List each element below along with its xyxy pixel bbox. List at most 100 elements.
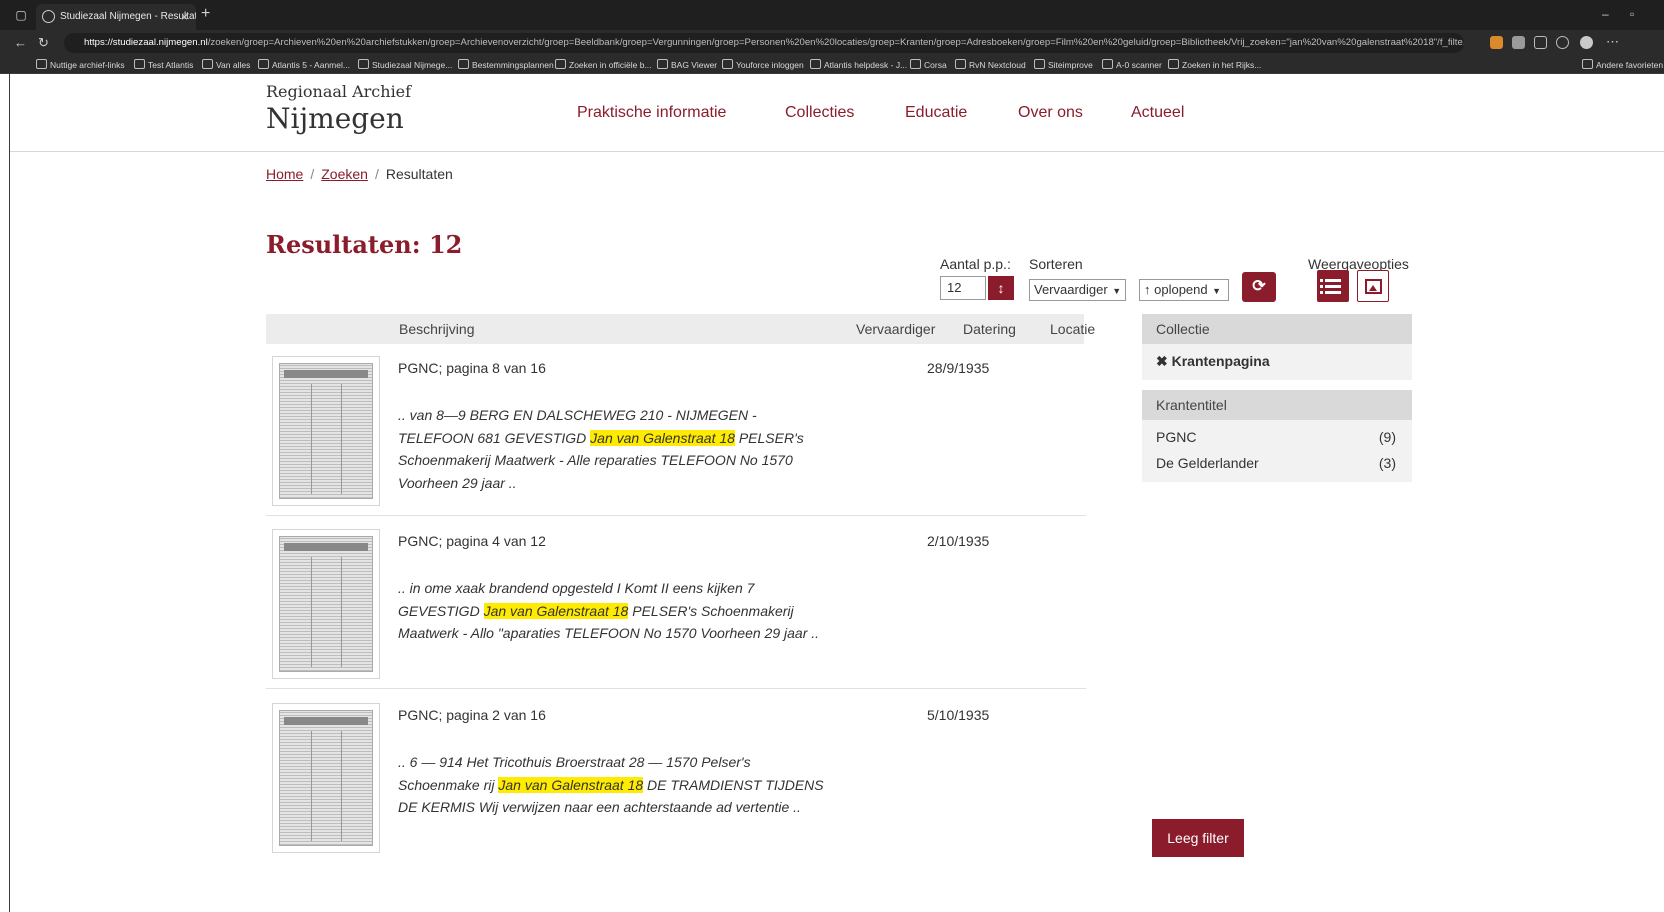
- result-snippet: .. van 8—9 BERG EN DALSCHEWEG 210 - NIJM…: [398, 404, 828, 494]
- facet-krantentitel-body: PGNC (9) De Gelderlander (3): [1142, 420, 1412, 482]
- site-header: Regionaal Archief Nijmegen Praktische in…: [10, 74, 1664, 152]
- tab-title: Studiezaal Nijmegen - Resultaten: [60, 11, 196, 22]
- new-tab-icon[interactable]: +: [201, 5, 210, 23]
- extension-icon[interactable]: [1490, 36, 1503, 49]
- facet-option-count: (3): [1378, 455, 1396, 471]
- bookmark[interactable]: Atlantis helpdesk - J...: [810, 58, 907, 72]
- url-path: /zoeken/groep=Archieven%20en%20archiefst…: [207, 37, 1464, 48]
- globe-icon: [42, 10, 55, 23]
- sort-select[interactable]: Vervaardiger ▼: [1029, 279, 1126, 301]
- bookmark[interactable]: RvN Nextcloud: [955, 58, 1026, 72]
- bookmark[interactable]: Zoeken in officiële b...: [555, 58, 652, 72]
- result-date: 2/10/1935: [927, 533, 990, 549]
- facet-krantentitel-heading: Krantentitel: [1142, 390, 1412, 420]
- bookmark[interactable]: Studiezaal Nijmege...: [358, 58, 452, 72]
- facet-option-de-gelderlander[interactable]: De Gelderlander (3): [1156, 450, 1398, 476]
- close-tab-icon[interactable]: ×: [181, 4, 188, 30]
- favorites-icon[interactable]: [1556, 36, 1569, 49]
- nav-educatie[interactable]: Educatie: [905, 104, 967, 122]
- result-title[interactable]: PGNC; pagina 2 van 16: [398, 707, 546, 723]
- newspaper-page-image: [279, 363, 373, 499]
- nav-collecties[interactable]: Collecties: [785, 104, 854, 122]
- breadcrumb: Home / Zoeken / Resultaten: [266, 166, 453, 182]
- url-field[interactable]: https://studiezaal.nijmegen.nl/zoeken/gr…: [64, 33, 1464, 53]
- bookmark[interactable]: Nuttige archief-links: [36, 58, 125, 72]
- tab-actions-icon[interactable]: ▢: [14, 8, 28, 22]
- breadcrumb-separator: /: [310, 166, 315, 182]
- nav-actueel[interactable]: Actueel: [1131, 104, 1184, 122]
- bookmarks-bar: Nuttige archief-links Test Atlantis Van …: [0, 56, 1664, 74]
- result-title[interactable]: PGNC; pagina 4 van 12: [398, 533, 546, 549]
- breadcrumb-current: Resultaten: [385, 166, 453, 182]
- newspaper-page-image: [279, 536, 373, 672]
- result-snippet: .. in ome xaak brandend opgesteld I Komt…: [398, 577, 828, 645]
- bookmark[interactable]: A-0 scanner: [1102, 58, 1162, 72]
- breadcrumb-separator: /: [374, 166, 379, 182]
- column-locatie[interactable]: Locatie: [1050, 321, 1095, 337]
- logo-subtitle[interactable]: Regionaal Archief: [266, 82, 411, 101]
- image-view-button[interactable]: [1357, 270, 1389, 302]
- list-icon-line: [1320, 291, 1341, 294]
- back-icon[interactable]: ←: [14, 35, 27, 50]
- bookmark[interactable]: BAG Viewer: [657, 58, 717, 72]
- column-beschrijving[interactable]: Beschrijving: [399, 321, 474, 337]
- sort-label: Sorteren: [1029, 256, 1083, 272]
- clear-filter-button[interactable]: Leeg filter: [1152, 819, 1244, 857]
- result-row[interactable]: PGNC; pagina 8 van 16 28/9/1935 .. van 8…: [266, 346, 1086, 516]
- column-datering[interactable]: Datering: [963, 321, 1016, 337]
- per-page-label: Aantal p.p.:: [940, 256, 1011, 272]
- extension-icon[interactable]: [1534, 36, 1547, 49]
- facet-option-label: De Gelderlander: [1156, 455, 1259, 471]
- profile-avatar[interactable]: [1580, 36, 1593, 49]
- order-select-value: ↑ oplopend: [1144, 282, 1208, 297]
- per-page-input[interactable]: 12: [940, 276, 986, 300]
- nav-over-ons[interactable]: Over ons: [1018, 104, 1083, 122]
- refresh-button[interactable]: ⟳: [1242, 272, 1276, 302]
- breadcrumb-zoeken[interactable]: Zoeken: [321, 166, 368, 182]
- refresh-icon[interactable]: ↻: [38, 35, 49, 51]
- bookmark[interactable]: Youforce inloggen: [722, 58, 804, 72]
- result-thumbnail[interactable]: [272, 529, 380, 679]
- facet-collectie-body: ✖ Krantenpagina: [1142, 344, 1412, 380]
- result-row[interactable]: PGNC; pagina 2 van 16 5/10/1935 .. 6 — 9…: [266, 693, 1086, 863]
- bookmark[interactable]: Zoeken in het Rijks...: [1168, 58, 1261, 72]
- result-snippet: .. 6 — 914 Het Tricothuis Broerstraat 28…: [398, 751, 828, 819]
- active-filter-krantenpagina[interactable]: ✖ Krantenpagina: [1156, 348, 1398, 374]
- snippet-highlight: Jan van Galenstraat 18: [498, 776, 644, 793]
- result-title[interactable]: PGNC; pagina 8 van 16: [398, 360, 546, 376]
- result-date: 28/9/1935: [927, 360, 990, 376]
- facet-option-pgnc[interactable]: PGNC (9): [1156, 424, 1398, 450]
- bookmark[interactable]: Atlantis 5 - Aanmel...: [258, 58, 350, 72]
- bookmark[interactable]: Test Atlantis: [134, 58, 193, 72]
- newspaper-page-image: [279, 710, 373, 846]
- bookmark[interactable]: Bestemmingsplannen: [458, 58, 554, 72]
- bookmark[interactable]: Van alles: [202, 58, 250, 72]
- snippet-highlight: Jan van Galenstraat 18: [483, 602, 629, 619]
- result-row[interactable]: PGNC; pagina 4 van 12 2/10/1935 .. in om…: [266, 519, 1086, 689]
- chevron-down-icon: ▼: [1209, 286, 1222, 296]
- image-icon: [1365, 279, 1382, 294]
- maximize-icon[interactable]: ▫: [1630, 7, 1634, 21]
- extension-icon[interactable]: [1512, 36, 1525, 49]
- order-select[interactable]: ↑ oplopend ▼: [1139, 279, 1229, 301]
- results-title: Resultaten: 12: [266, 230, 463, 259]
- other-bookmarks[interactable]: Andere favorieten: [1582, 58, 1663, 72]
- chevron-down-icon: ▼: [1109, 286, 1122, 296]
- minimize-icon[interactable]: –: [1602, 7, 1609, 21]
- result-thumbnail[interactable]: [272, 356, 380, 506]
- list-view-button[interactable]: [1317, 270, 1349, 302]
- snippet-highlight: Jan van Galenstraat 18: [590, 429, 735, 446]
- browser-tab[interactable]: Studiezaal Nijmegen - Resultaten ×: [36, 4, 196, 30]
- nav-praktische-informatie[interactable]: Praktische informatie: [577, 104, 726, 122]
- facet-option-count: (9): [1378, 429, 1396, 445]
- bookmark[interactable]: Siteimprove: [1034, 58, 1093, 72]
- breadcrumb-home[interactable]: Home: [266, 166, 303, 182]
- more-menu-icon[interactable]: ⋯: [1606, 34, 1619, 50]
- column-vervaardiger[interactable]: Vervaardiger: [856, 321, 935, 337]
- logo-title[interactable]: Nijmegen: [266, 102, 404, 135]
- result-thumbnail[interactable]: [272, 703, 380, 853]
- per-page-sort-icon[interactable]: ↕: [988, 276, 1014, 300]
- address-bar-row: ← ↻ https://studiezaal.nijmegen.nl/zoeke…: [0, 30, 1664, 56]
- list-icon-line: [1320, 279, 1341, 282]
- bookmark[interactable]: Corsa: [910, 58, 947, 72]
